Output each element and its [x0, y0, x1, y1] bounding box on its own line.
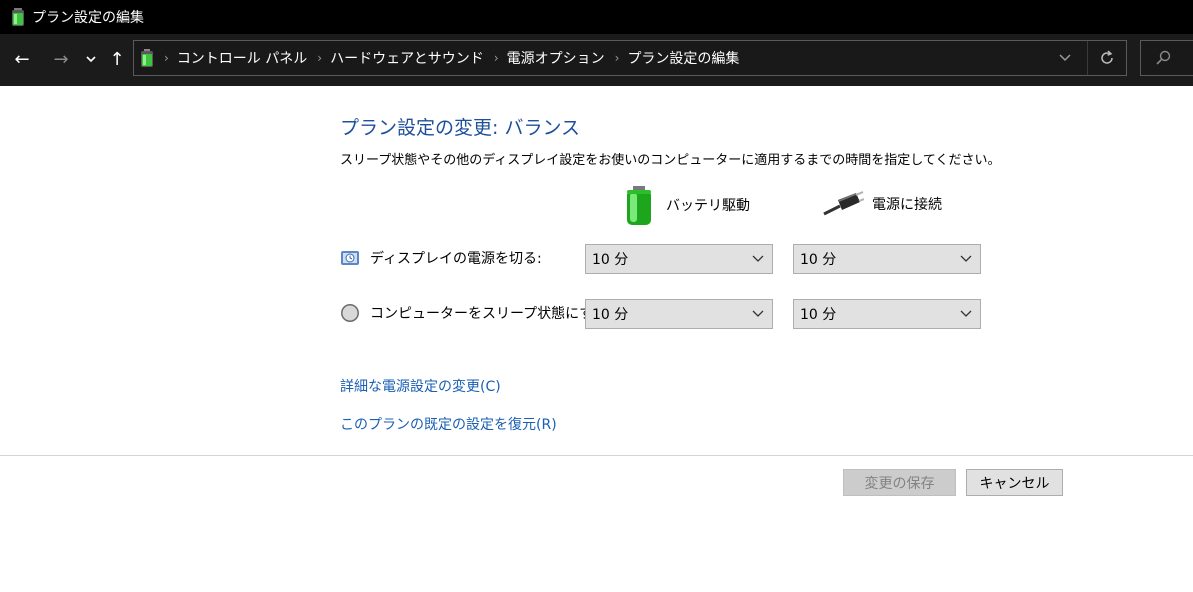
up-arrow-icon: ↑	[109, 48, 125, 70]
refresh-icon	[1101, 50, 1113, 64]
sleep-battery-select[interactable]: 10 分	[585, 299, 773, 329]
advanced-settings-link[interactable]: 詳細な電源設定の変更(C)	[340, 376, 501, 396]
row-label-sleep: コンピューターをスリープ状態にする:	[340, 303, 612, 323]
recent-locations-button[interactable]	[82, 46, 100, 72]
address-history-button[interactable]	[1050, 41, 1080, 75]
breadcrumb-control-panel[interactable]: コントロール パネル	[177, 48, 307, 68]
select-value: 10 分	[592, 307, 629, 323]
chevron-down-icon	[752, 255, 764, 262]
forward-button[interactable]: →	[49, 46, 73, 72]
address-bar[interactable]: › コントロール パネル › ハードウェアとサウンド › 電源オプション › プ…	[133, 40, 1127, 76]
window-title: プラン設定の編集	[32, 10, 144, 26]
search-box[interactable]	[1140, 40, 1193, 76]
divider	[0, 455, 1193, 456]
sleep-plugged-select[interactable]: 10 分	[793, 299, 981, 329]
power-options-icon	[141, 49, 153, 67]
row-label-text: コンピューターをスリープ状態にする:	[370, 306, 613, 322]
chevron-down-icon	[960, 255, 972, 262]
breadcrumb-separator-icon: ›	[164, 51, 169, 65]
column-header-plugged: 電源に接続	[822, 190, 942, 218]
chevron-down-icon	[86, 56, 96, 63]
forward-arrow-icon: →	[53, 48, 69, 70]
page-title: プラン設定の変更: バランス	[340, 117, 581, 139]
row-label-display-off: ディスプレイの電源を切る:	[340, 248, 542, 268]
breadcrumb-power-options[interactable]: 電源オプション	[507, 48, 605, 68]
sleep-moon-icon	[341, 304, 359, 322]
breadcrumb-separator-icon[interactable]: ›	[615, 51, 620, 65]
display-timer-icon	[341, 251, 359, 265]
breadcrumb-separator-icon[interactable]: ›	[317, 51, 322, 65]
power-plug-icon	[823, 191, 864, 216]
row-label-text: ディスプレイの電源を切る:	[370, 251, 542, 267]
display-off-battery-select[interactable]: 10 分	[585, 244, 773, 274]
up-button[interactable]: ↑	[105, 46, 129, 72]
title-bar: プラン設定の編集	[0, 0, 1193, 34]
select-value: 10 分	[800, 252, 837, 268]
back-button[interactable]: ←	[10, 46, 34, 72]
page-description: スリープ状態やその他のディスプレイ設定をお使いのコンピューターに適用するまでの時…	[340, 153, 1001, 168]
select-value: 10 分	[592, 252, 629, 268]
navigation-bar: ← → ↑ › コントロール パネル › ハードウェアとサウンド › 電源オプシ…	[0, 34, 1193, 86]
column-label-battery: バッテリ駆動	[666, 198, 750, 214]
display-off-plugged-select[interactable]: 10 分	[793, 244, 981, 274]
select-value: 10 分	[800, 307, 837, 323]
column-label-plugged: 電源に接続	[872, 197, 942, 213]
chevron-down-icon	[960, 310, 972, 317]
breadcrumb-edit-plan[interactable]: プラン設定の編集	[627, 48, 739, 68]
search-icon	[1156, 50, 1171, 65]
back-arrow-icon: ←	[14, 48, 30, 70]
save-changes-button[interactable]: 変更の保存	[843, 469, 956, 496]
battery-icon	[627, 186, 651, 225]
breadcrumb-separator-icon[interactable]: ›	[494, 51, 499, 65]
refresh-button[interactable]	[1087, 41, 1126, 75]
breadcrumb-hardware-sound[interactable]: ハードウェアとサウンド	[330, 48, 484, 68]
chevron-down-icon	[752, 310, 764, 317]
cancel-button[interactable]: キャンセル	[966, 469, 1063, 496]
restore-defaults-link[interactable]: このプランの既定の設定を復元(R)	[340, 414, 557, 434]
chevron-down-icon	[1059, 54, 1071, 62]
power-options-icon	[12, 8, 24, 26]
column-header-battery: バッテリ駆動	[624, 184, 750, 226]
